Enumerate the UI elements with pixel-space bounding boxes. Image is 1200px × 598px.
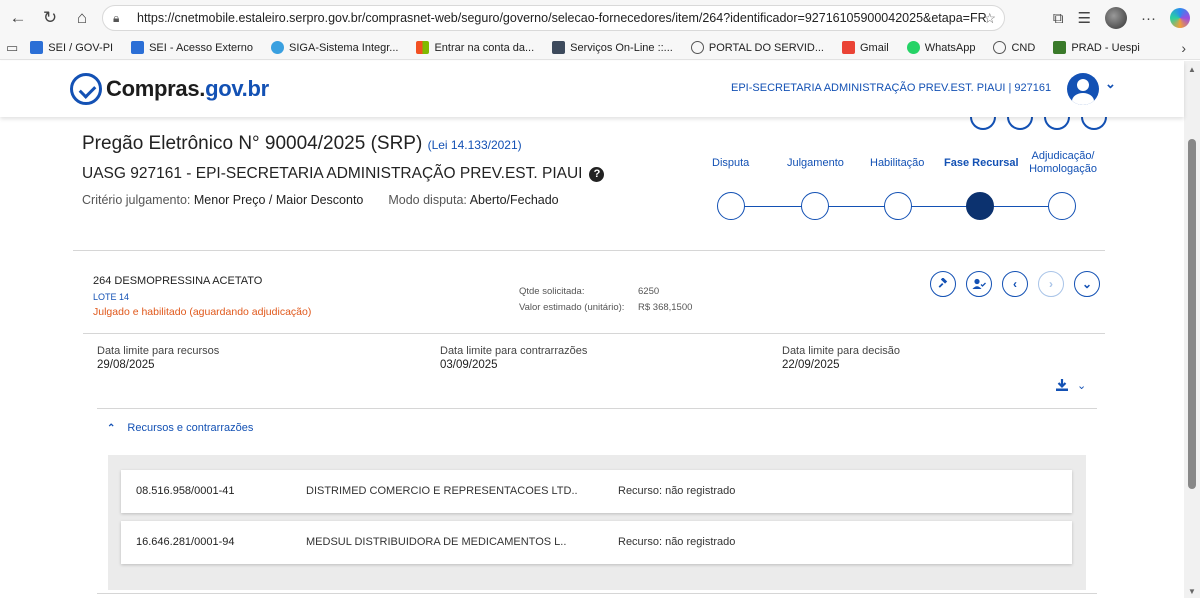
chevron-down-icon[interactable]: ⌄ (1105, 76, 1116, 92)
chevron-up-icon: ⌃ (107, 422, 116, 434)
bookmark-item[interactable]: Serviços On-Line ::... (552, 41, 673, 54)
logo-text: Compras.gov.br (106, 76, 269, 101)
step-circle[interactable] (1048, 192, 1076, 220)
bookmark-favicon (30, 41, 44, 54)
url-text: https://cnetmobile.estaleiro.serpro.gov.… (137, 11, 987, 25)
back-icon[interactable]: ← (4, 4, 32, 32)
compras-logo[interactable]: Compras.gov.br (70, 73, 269, 105)
copilot-icon[interactable] (1170, 8, 1190, 28)
favorite-star-icon[interactable]: ☆ (983, 10, 996, 27)
lote-label: LOTE 14 (93, 292, 130, 302)
globe-icon (993, 41, 1007, 54)
download-button[interactable]: ⌄ (1055, 378, 1086, 392)
deadline-decisao-label: Data limite para decisão (782, 345, 901, 357)
cnpj: 16.646.281/0001-94 (136, 536, 235, 548)
user-avatar-icon[interactable] (1067, 73, 1099, 105)
more-menu-icon[interactable]: ··· (1141, 10, 1156, 27)
site-header: Compras.gov.br EPI-SECRETARIA ADMINISTRA… (0, 61, 1184, 117)
step-habilitacao[interactable]: Habilitação (870, 157, 924, 170)
download-icon (1056, 379, 1068, 391)
criteria-line: Critério julgamento: Menor Preço / Maior… (82, 193, 559, 207)
item-actions: ‹ › ⌄ (930, 271, 1100, 297)
step-circle-active[interactable] (966, 192, 994, 220)
bookmark-favicon (131, 41, 145, 54)
bookmark-favicon (1053, 41, 1067, 54)
address-bar[interactable]: 🔒︎ https://cnetmobile.estaleiro.serpro.g… (102, 5, 1005, 31)
table-row[interactable]: 08.516.958/0001-41 DISTRIMED COMERCIO E … (121, 470, 1072, 513)
recurso-status: Recurso: não registrado (618, 485, 736, 497)
extensions-icon[interactable]: ⧉ (1053, 10, 1064, 27)
deadline-contrarrazoes-label: Data limite para contrarrazões (440, 345, 588, 357)
cnpj: 08.516.958/0001-41 (136, 485, 235, 497)
divider (83, 333, 1105, 334)
step-circle[interactable] (801, 192, 829, 220)
uasg-title: UASG 927161 - EPI-SECRETARIA ADMINISTRAÇ… (82, 165, 605, 183)
bookmark-item[interactable]: Entrar na conta da... (416, 41, 534, 54)
divider (73, 250, 1105, 251)
deadline-recursos-value: 29/08/2025 (97, 359, 155, 371)
org-name: EPI-SECRETARIA ADMINISTRAÇÃO PREV.EST. P… (731, 82, 1052, 94)
step-adjudicacao[interactable]: Adjudicação/ Homologação (1025, 150, 1101, 176)
bookmark-item[interactable]: SEI / GOV-PI (30, 41, 113, 54)
valor-value: R$ 368,1500 (638, 302, 693, 313)
step-fase-recursal[interactable]: Fase Recursal (944, 157, 1019, 170)
qtd-label: Qtde solicitada: (519, 286, 585, 297)
step-circle[interactable] (884, 192, 912, 220)
compras-logo-icon (70, 73, 102, 105)
gmail-icon (841, 41, 855, 54)
divider (97, 593, 1097, 594)
fornecedor-nome: MEDSUL DISTRIBUIDORA DE MEDICAMENTOS L.. (306, 536, 567, 548)
recurso-status: Recurso: não registrado (618, 536, 736, 548)
scrollbar[interactable]: ▲ ▼ (1184, 61, 1200, 598)
globe-icon (690, 41, 704, 54)
bookmark-item[interactable]: Gmail (841, 41, 889, 54)
chevron-down-icon[interactable]: ⌄ (1074, 271, 1100, 297)
chevron-right-icon[interactable]: › (1038, 271, 1064, 297)
qtd-value: 6250 (638, 286, 660, 297)
bookmarks-bar: ▭ SEI / GOV-PI SEI - Acesso Externo SIGA… (0, 36, 1200, 60)
page-title: Pregão Eletrônico N° 90004/2025 (SRP) (L… (82, 133, 522, 154)
bookmark-item[interactable]: WhatsApp (906, 41, 975, 54)
item-title: 264 DESMOPRESSINA ACETATO (93, 275, 263, 287)
step-circle[interactable] (717, 192, 745, 220)
site-info-icon[interactable]: 🔒︎ (113, 11, 127, 26)
bookmark-favicon (271, 41, 285, 54)
whatsapp-icon (906, 41, 920, 54)
chevron-right-icon[interactable]: › (1181, 40, 1186, 56)
bookmark-favicon (552, 41, 566, 54)
step-disputa[interactable]: Disputa (712, 157, 749, 170)
scroll-up-arrow[interactable]: ▲ (1188, 65, 1196, 74)
bookmark-item[interactable]: PRAD - Uespi (1053, 41, 1140, 54)
step-julgamento[interactable]: Julgamento (787, 157, 844, 170)
bookmark-favicon (416, 41, 430, 54)
user-check-icon[interactable] (966, 271, 992, 297)
scroll-down-arrow[interactable]: ▼ (1188, 587, 1196, 596)
tab-actions-icon[interactable]: ▭ (6, 40, 18, 56)
help-icon[interactable]: ? (589, 166, 605, 182)
deadline-contrarrazoes-value: 03/09/2025 (440, 359, 498, 371)
refresh-icon[interactable]: ↻ (36, 4, 64, 32)
favorites-icon[interactable]: ☰ (1078, 9, 1091, 27)
scroll-thumb[interactable] (1188, 139, 1196, 489)
chevron-left-icon[interactable]: ‹ (1002, 271, 1028, 297)
bookmark-item[interactable]: CND (993, 41, 1035, 54)
recursos-accordion[interactable]: ⌃ Recursos e contrarrazões (107, 422, 253, 434)
deadline-recursos-label: Data limite para recursos (97, 345, 220, 357)
browser-toolbar: ← ↻ ⌂ 🔒︎ https://cnetmobile.estaleiro.se… (0, 0, 1200, 36)
bookmark-item[interactable]: SEI - Acesso Externo (131, 41, 253, 54)
profile-avatar[interactable] (1105, 7, 1127, 29)
lei-link[interactable]: (Lei 14.133/2021) (428, 138, 522, 152)
browser-actions: ⧉ ☰ ··· (1053, 0, 1200, 36)
table-row[interactable]: 16.646.281/0001-94 MEDSUL DISTRIBUIDORA … (121, 521, 1072, 564)
gavel-icon[interactable] (930, 271, 956, 297)
bookmark-item[interactable]: SIGA-Sistema Integr... (271, 41, 398, 54)
fornecedor-nome: DISTRIMED COMERCIO E REPRESENTACOES LTD.… (306, 485, 578, 497)
chevron-down-icon: ⌄ (1077, 379, 1087, 392)
bookmark-item[interactable]: PORTAL DO SERVID... (690, 41, 824, 54)
valor-label: Valor estimado (unitário): (519, 302, 625, 313)
status-badge: Julgado e habilitado (aguardando adjudic… (93, 306, 312, 318)
divider (97, 408, 1097, 409)
home-icon[interactable]: ⌂ (68, 4, 96, 32)
deadline-decisao-value: 22/09/2025 (782, 359, 840, 371)
